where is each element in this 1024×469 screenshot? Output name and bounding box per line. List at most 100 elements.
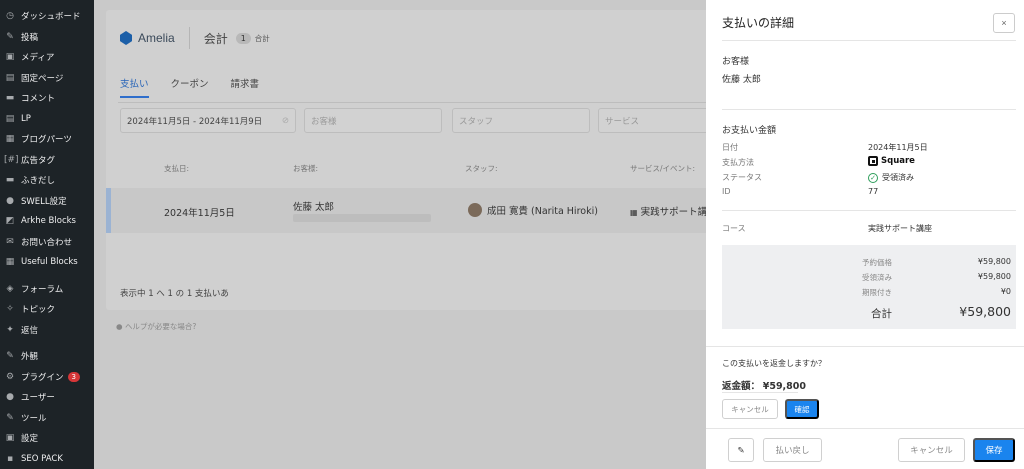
- pin-icon: ✎: [6, 31, 14, 42]
- page-icon: ▤: [5, 72, 15, 83]
- tool-icon: ✎: [6, 412, 14, 423]
- total-value: ¥59,800: [959, 304, 1011, 319]
- sidebar-item-label: Arkhe Blocks: [21, 216, 76, 227]
- sidebar-item-arkhe[interactable]: ◩ Arkhe Blocks: [0, 211, 94, 232]
- date-range-filter[interactable]: 2024年11月5日 - 2024年11月9日 ⊘: [120, 108, 296, 133]
- sidebar-item-label: 外観: [21, 352, 39, 363]
- sidebar-item-reply[interactable]: ✦ 返信: [0, 320, 94, 341]
- close-button[interactable]: ×: [993, 13, 1015, 33]
- tabs-divider: [118, 102, 726, 103]
- sidebar-item-user[interactable]: ● ユーザー: [0, 387, 94, 408]
- payment-summary-box: 予約価格 ¥59,800 受領済み ¥59,800 期限付き ¥0 合計 ¥59…: [722, 245, 1016, 329]
- customer-filter[interactable]: お客様: [304, 108, 442, 133]
- drawer-title: 支払いの詳細: [722, 16, 795, 30]
- refund-confirm-button[interactable]: 確認: [785, 399, 819, 419]
- plugin-icon: ⚙: [5, 371, 15, 382]
- dashboard-icon: ◷: [6, 11, 14, 22]
- finance-panel: Amelia 会計 1 合計 支払い クーポン 請求書 2024年11月5日 -…: [106, 10, 726, 310]
- sidebar-item-pin[interactable]: ✎ 投稿: [0, 27, 94, 48]
- staff-filter[interactable]: スタッフ: [452, 108, 590, 133]
- sidebar-item-media[interactable]: ▣ メディア: [0, 47, 94, 68]
- sidebar-item-appearance[interactable]: ✎ 外観: [0, 346, 94, 367]
- customer-filter-placeholder: お客様: [311, 116, 337, 127]
- sidebar-item-settings[interactable]: ▣ 設定: [0, 428, 94, 449]
- booking-price-label: 予約価格: [862, 258, 892, 267]
- sidebar-item-seo[interactable]: ▪ SEO PACK: [0, 449, 94, 469]
- payment-details-drawer: 支払いの詳細 × お客様 佐藤 太郎 お支払い金額 日付 2024年11月5日 …: [706, 0, 1024, 469]
- sidebar-item-label: プラグイン: [21, 372, 64, 383]
- id-label: ID: [722, 187, 731, 196]
- divider: [722, 210, 1016, 211]
- sidebar-item-label: ふきだし: [21, 176, 56, 187]
- column-service: サービス/イベント:: [630, 164, 696, 173]
- total-label: 合計: [871, 308, 892, 320]
- sidebar-item-plugin[interactable]: ⚙ プラグイン 3: [0, 367, 94, 388]
- status-text: 受領済み: [882, 173, 914, 182]
- customer-section-label: お客様: [722, 57, 750, 67]
- id-value: 77: [868, 187, 879, 196]
- course-value: 実践サポート講座: [868, 224, 932, 233]
- due-value: ¥0: [1000, 287, 1011, 296]
- refund-button[interactable]: 払い戻し: [763, 438, 822, 462]
- wp-admin-sidebar: ◷ ダッシュボード ✎ 投稿 ▣ メディア ▤ 固定ページ ▬ コメント ▤ LP ▦ ブログパーツ [#]…: [0, 0, 94, 469]
- table-row[interactable]: 2024年11月5日 佐藤 太郎 成田 寛貴 (Narita Hiroki) ▦…: [106, 188, 714, 233]
- footer-divider: [706, 428, 1024, 429]
- finance-tabs: 支払い クーポン 請求書: [120, 76, 259, 98]
- calendar-icon: ⊘: [281, 115, 289, 126]
- row-selected-indicator: [106, 188, 111, 233]
- date-value: 2024年11月5日: [868, 143, 928, 152]
- settings-icon: ▣: [5, 433, 15, 444]
- sidebar-item-mail[interactable]: ✉ お問い合わせ: [0, 232, 94, 253]
- seo-icon: ▪: [6, 453, 14, 464]
- amount-section-label: お支払い金額: [722, 126, 777, 136]
- sidebar-item-balloon[interactable]: ▬ ふきだし: [0, 170, 94, 191]
- sidebar-item-blog-parts[interactable]: ▦ ブログパーツ: [0, 129, 94, 150]
- cancel-button[interactable]: キャンセル: [898, 438, 965, 462]
- header-divider: [188, 27, 190, 49]
- row-customer-name: 佐藤 太郎: [293, 202, 335, 213]
- ad-tag-icon: [#]: [4, 154, 19, 165]
- due-label: 期限付き: [862, 288, 892, 297]
- sidebar-item-page[interactable]: ▤ 固定ページ: [0, 68, 94, 89]
- check-circle-icon: ✓: [868, 172, 878, 183]
- sidebar-item-topic[interactable]: ✧ トピック: [0, 299, 94, 320]
- sidebar-item-comment[interactable]: ▬ コメント: [0, 88, 94, 109]
- topic-icon: ✧: [6, 304, 14, 315]
- help-link[interactable]: ● ヘルプが必要な場合?: [116, 321, 196, 332]
- sidebar-item-label: 広告タグ: [21, 155, 56, 166]
- sidebar-item-dashboard[interactable]: ◷ ダッシュボード: [0, 6, 94, 27]
- sidebar-item-ad-tag[interactable]: [#] 広告タグ: [0, 150, 94, 171]
- sidebar-item-forum[interactable]: ◈ フォーラム: [0, 279, 94, 300]
- edit-button[interactable]: ✎: [728, 438, 754, 462]
- plugin-update-badge: 3: [67, 371, 80, 382]
- sidebar-item-label: フォーラム: [21, 284, 64, 295]
- forum-icon: ◈: [6, 283, 14, 294]
- amelia-logo-icon: [120, 31, 132, 45]
- refund-amount-underline: [722, 392, 798, 393]
- sidebar-item-lp[interactable]: ▤ LP: [0, 109, 94, 130]
- tab-coupons[interactable]: クーポン: [171, 76, 209, 98]
- question-icon: ●: [116, 322, 123, 331]
- refund-amount-value: ¥59,800: [762, 381, 806, 392]
- page-title: 会計: [203, 31, 228, 46]
- tab-payments[interactable]: 支払い: [120, 76, 149, 98]
- sidebar-item-tool[interactable]: ✎ ツール: [0, 408, 94, 429]
- refund-amount: 返金額： ¥59,800: [722, 378, 806, 392]
- tab-invoices[interactable]: 請求書: [231, 76, 260, 98]
- divider: [706, 346, 1024, 347]
- sidebar-item-label: 返信: [21, 325, 39, 336]
- save-button[interactable]: 保存: [973, 438, 1015, 462]
- sidebar-item-blocks[interactable]: ▦ Useful Blocks: [0, 252, 94, 273]
- appearance-icon: ✎: [6, 351, 14, 362]
- divider: [722, 109, 1016, 110]
- sidebar-item-label: ダッシュボード: [21, 12, 81, 23]
- sidebar-item-label: SEO PACK: [21, 453, 63, 464]
- sidebar-item-label: LP: [21, 113, 31, 124]
- customer-name: 佐藤 太郎: [722, 75, 761, 85]
- sidebar-item-swell[interactable]: ● SWELL設定: [0, 191, 94, 212]
- column-customer: お客様:: [293, 164, 319, 173]
- row-customer-email-placeholder: [293, 214, 431, 222]
- sidebar-item-label: コメント: [21, 94, 56, 105]
- refund-cancel-button[interactable]: キャンセル: [722, 399, 778, 419]
- sidebar-item-label: トピック: [21, 305, 56, 316]
